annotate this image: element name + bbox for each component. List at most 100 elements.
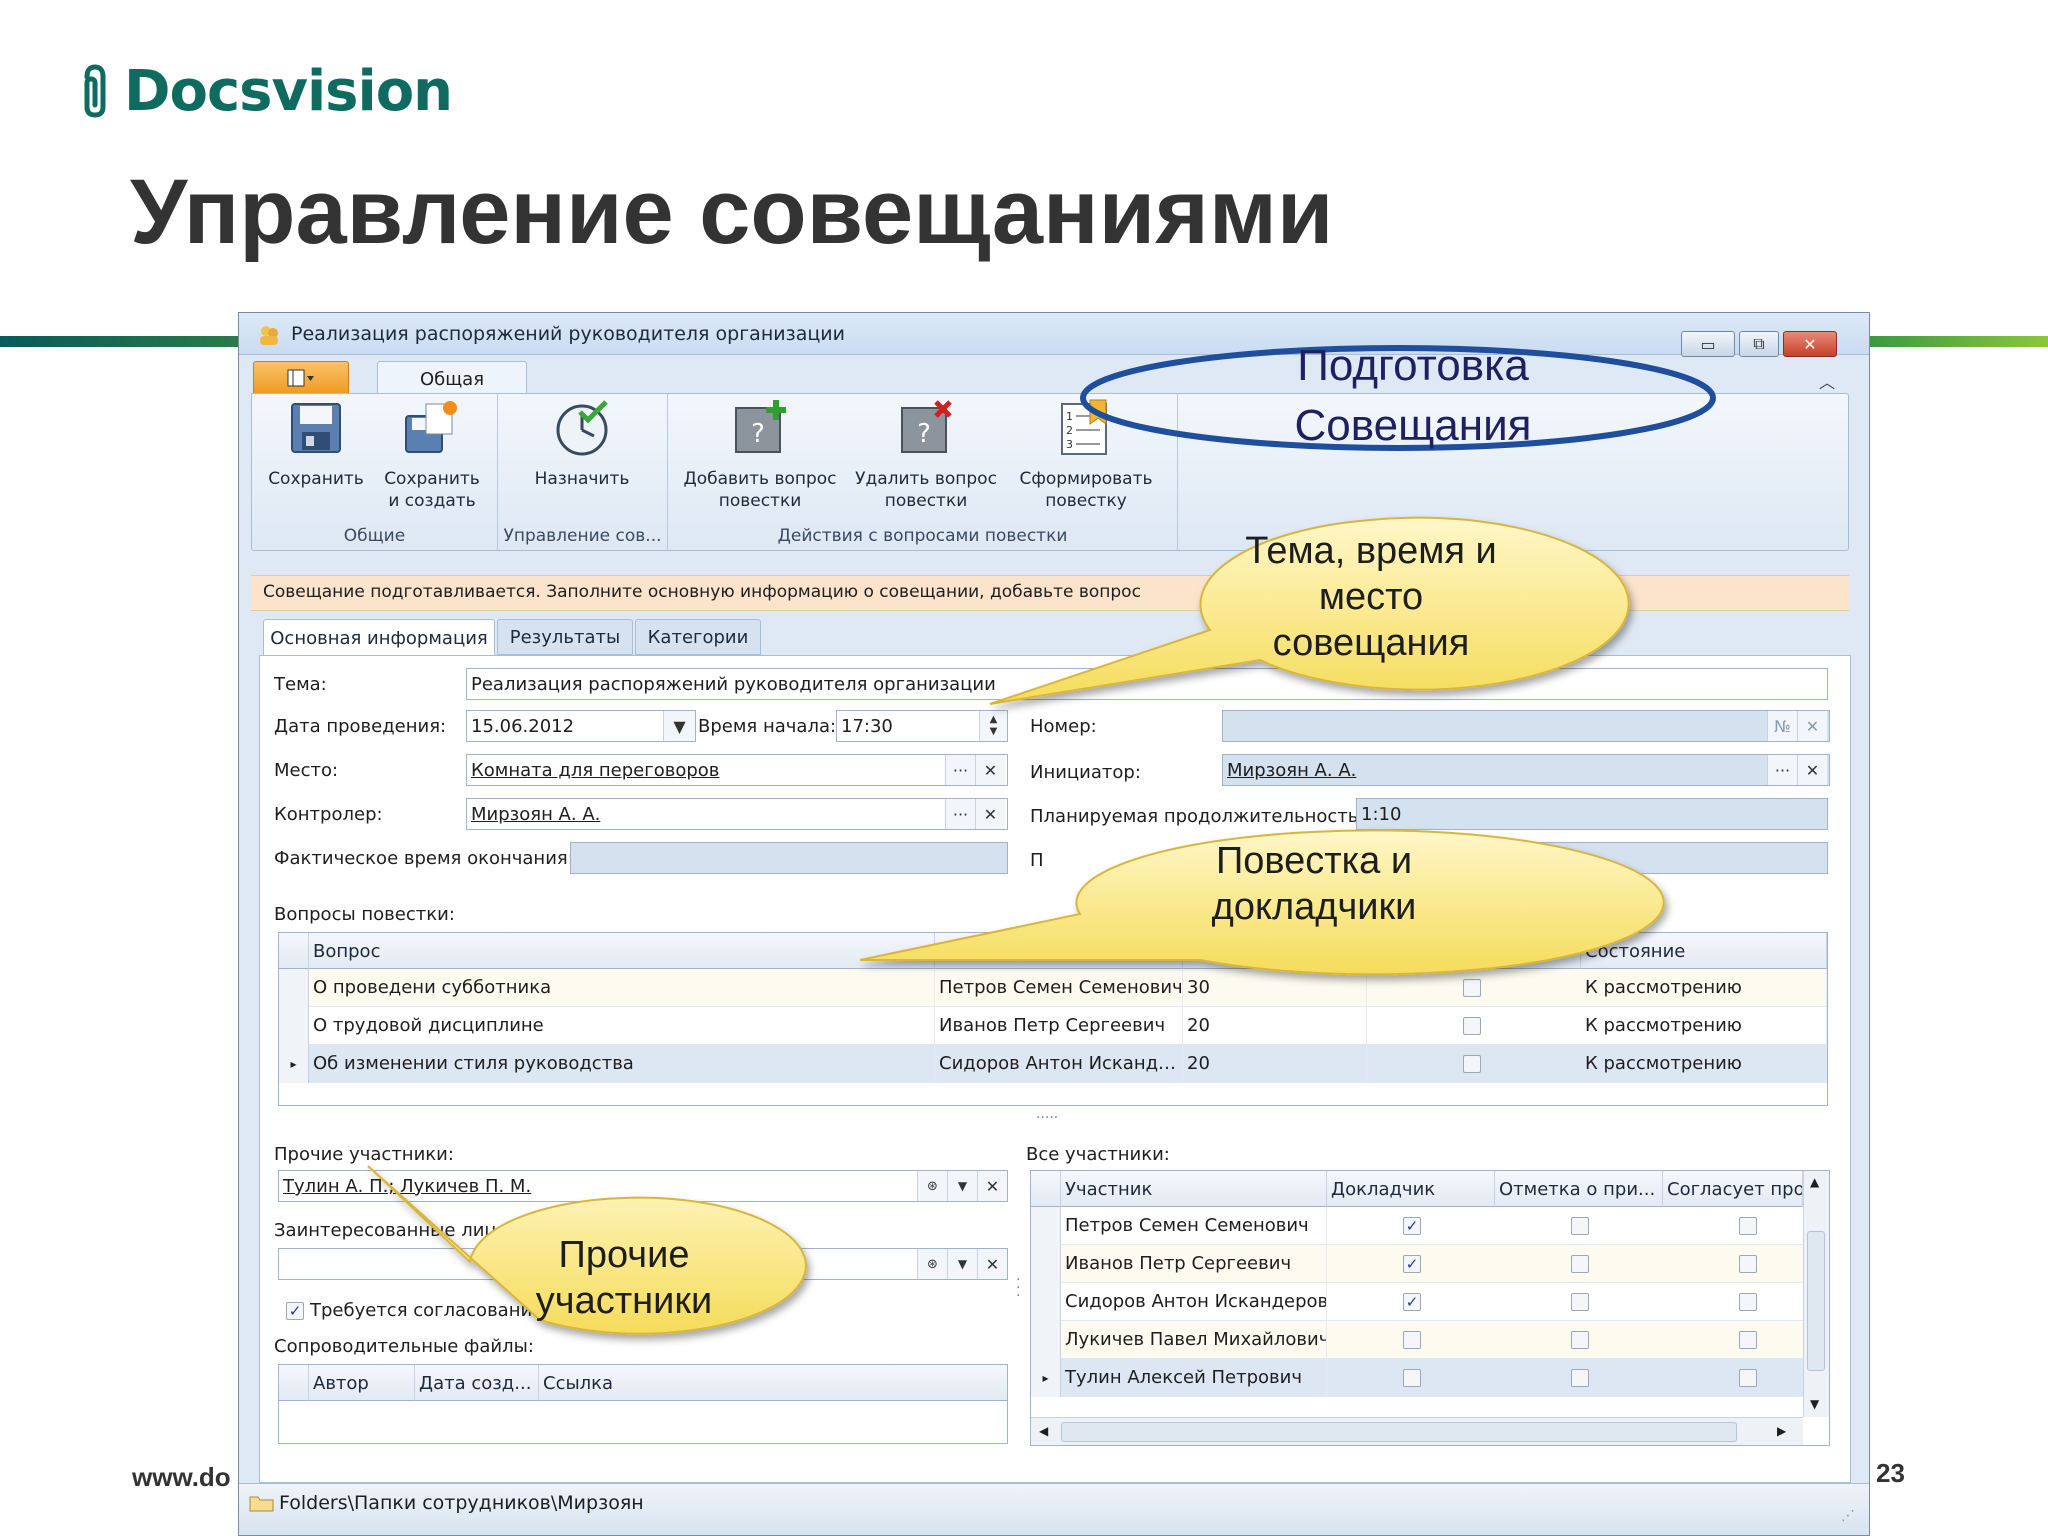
tab-main-info[interactable]: Основная информация — [263, 619, 495, 657]
participant-name-cell[interactable]: Сидоров Антон Искандерович — [1061, 1283, 1327, 1321]
agenda-question-cell[interactable]: Об изменении стиля руководства — [309, 1045, 935, 1083]
place-browse-icon[interactable]: ··· — [945, 755, 975, 785]
initiator-browse-icon[interactable]: ··· — [1767, 755, 1797, 785]
row-selector[interactable] — [279, 969, 309, 1007]
participant-name-cell[interactable]: Лукичев Павел Михайлович — [1061, 1321, 1327, 1359]
speaker-checkbox[interactable] — [1403, 1331, 1421, 1349]
topic-input[interactable]: Реализация распоряжений руководителя орг… — [466, 668, 1828, 700]
row-selector[interactable] — [1031, 1321, 1061, 1359]
build-agenda-button[interactable]: 123 Сформировать повестку — [1014, 398, 1158, 512]
scroll-left-icon[interactable]: ◀ — [1039, 1424, 1048, 1438]
date-input[interactable]: 15.06.2012 ▼ — [466, 710, 696, 742]
other-participants-input[interactable]: Тулин А. П.; Лукичев П. М. ⊛ ▼ ✕ — [278, 1170, 1008, 1202]
speaker-checkbox[interactable]: ✓ — [1403, 1255, 1421, 1273]
row-selector[interactable] — [1031, 1245, 1061, 1283]
initiator-clear-icon[interactable]: ✕ — [1797, 755, 1827, 785]
table-row-selected[interactable]: ▸ Об изменении стиля руководства Сидоров… — [279, 1045, 1827, 1083]
participant-name-cell[interactable]: Тулин Алексей Петрович — [1061, 1359, 1327, 1397]
controller-input[interactable]: Мирзоян А. А. ··· ✕ — [466, 798, 1008, 830]
maximize-button[interactable]: ⧉ — [1739, 331, 1779, 357]
attendance-checkbox[interactable] — [1571, 1293, 1589, 1311]
place-input[interactable]: Комната для переговоров ··· ✕ — [466, 754, 1008, 786]
tab-general[interactable]: Общая — [377, 361, 527, 397]
agenda-duration-cell[interactable]: 20 — [1183, 1045, 1367, 1083]
participants-dropdown-icon[interactable]: ▼ — [947, 1171, 977, 1201]
participants-col-speaker[interactable]: Докладчик — [1327, 1171, 1495, 1207]
agenda-duration-cell[interactable]: 20 — [1183, 1007, 1367, 1045]
vertical-splitter-icon[interactable]: · · · — [1016, 1273, 1020, 1303]
agenda-col-state[interactable]: Состояние — [1581, 933, 1827, 969]
agenda-col-duration[interactable]: Длительность — [1183, 933, 1367, 969]
planned-duration-input[interactable]: 1:10 — [1356, 798, 1828, 830]
agenda-state-cell[interactable]: К рассмотрению — [1581, 969, 1827, 1007]
agenda-speaker-cell[interactable]: Иванов Петр Сергеевич — [935, 1007, 1183, 1045]
attendance-checkbox[interactable] — [1571, 1369, 1589, 1387]
participants-col-attendance[interactable]: Отметка о при... — [1495, 1171, 1663, 1207]
agenda-speaker-cell[interactable]: Сидоров Антон Искандерович — [935, 1045, 1183, 1083]
ribbon-collapse-icon[interactable]: ︿ — [1819, 369, 1835, 393]
agenda-col-speaker[interactable]: Докладчик — [935, 933, 1183, 969]
agenda-state-cell[interactable]: К рассмотрению — [1581, 1007, 1827, 1045]
row-selector[interactable] — [279, 1007, 309, 1045]
speaker-checkbox[interactable]: ✓ — [1403, 1293, 1421, 1311]
scroll-right-icon[interactable]: ▶ — [1777, 1424, 1786, 1438]
participants-lookup-icon[interactable]: ⊛ — [917, 1171, 947, 1201]
table-row[interactable]: Лукичев Павел Михайлович — [1031, 1321, 1803, 1359]
scroll-down-icon[interactable]: ▼ — [1810, 1397, 1819, 1411]
files-col-created[interactable]: Дата созд... — [415, 1365, 539, 1401]
approves-checkbox[interactable] — [1739, 1369, 1757, 1387]
agenda-col-decision[interactable]: Записано решение — [1367, 933, 1581, 969]
place-clear-icon[interactable]: ✕ — [975, 755, 1005, 785]
table-row[interactable]: О проведени субботника Петров Семен Семе… — [279, 969, 1827, 1007]
agenda-duration-cell[interactable]: 30 — [1183, 969, 1367, 1007]
decision-checkbox[interactable] — [1463, 1017, 1481, 1035]
attendance-checkbox[interactable] — [1571, 1255, 1589, 1273]
delete-question-button[interactable]: ? Удалить вопрос повестки — [848, 398, 1004, 512]
approval-checkbox[interactable]: ✓ — [286, 1302, 304, 1320]
minimize-button[interactable]: ▭ — [1681, 331, 1735, 357]
number-generate-button[interactable]: № — [1767, 711, 1797, 741]
initiator-input[interactable]: Мирзоян А. А. ··· ✕ — [1222, 754, 1830, 786]
agenda-state-cell[interactable]: К рассмотрению — [1581, 1045, 1827, 1083]
interested-dropdown-icon[interactable]: ▼ — [947, 1249, 977, 1279]
approves-checkbox[interactable] — [1739, 1293, 1757, 1311]
interested-clear-icon[interactable]: ✕ — [977, 1249, 1007, 1279]
attendance-checkbox[interactable] — [1571, 1217, 1589, 1235]
agenda-col-question[interactable]: Вопрос — [309, 933, 935, 969]
approves-checkbox[interactable] — [1739, 1217, 1757, 1235]
tab-results[interactable]: Результаты — [497, 619, 633, 655]
save-button[interactable]: Сохранить — [266, 398, 366, 490]
participants-col-name[interactable]: Участник — [1061, 1171, 1327, 1207]
files-col-author[interactable]: Автор — [309, 1365, 415, 1401]
decision-checkbox[interactable] — [1463, 979, 1481, 997]
hscrollbar-thumb[interactable] — [1061, 1422, 1737, 1442]
start-time-input[interactable]: 17:30 ▲ ▼ — [836, 710, 1008, 742]
splitter-handle-icon[interactable]: ····· — [1036, 1110, 1058, 1126]
table-row[interactable]: О трудовой дисциплине Иванов Петр Сергее… — [279, 1007, 1827, 1045]
controller-clear-icon[interactable]: ✕ — [975, 799, 1005, 829]
approves-checkbox[interactable] — [1739, 1331, 1757, 1349]
scroll-up-icon[interactable]: ▲ — [1810, 1175, 1819, 1189]
files-col-link[interactable]: Ссылка — [539, 1365, 1007, 1401]
close-button[interactable]: ✕ — [1783, 331, 1837, 357]
date-dropdown-icon[interactable]: ▼ — [663, 711, 695, 741]
participants-clear-icon[interactable]: ✕ — [977, 1171, 1007, 1201]
resize-grip-icon[interactable]: ⋰ — [1841, 1508, 1855, 1524]
approves-checkbox[interactable] — [1739, 1255, 1757, 1273]
interested-lookup-icon[interactable]: ⊛ — [917, 1249, 947, 1279]
speaker-checkbox[interactable] — [1403, 1369, 1421, 1387]
scrollbar-thumb[interactable] — [1807, 1231, 1825, 1371]
row-selector[interactable] — [1031, 1283, 1061, 1321]
horizontal-scrollbar[interactable]: ◀ ▶ — [1031, 1417, 1803, 1445]
controller-browse-icon[interactable]: ··· — [945, 799, 975, 829]
add-question-button[interactable]: ? Добавить вопрос повестки — [680, 398, 840, 512]
participant-name-cell[interactable]: Иванов Петр Сергеевич — [1061, 1245, 1327, 1283]
actual-end-input[interactable] — [570, 842, 1008, 874]
row-selector[interactable]: ▸ — [1031, 1359, 1061, 1397]
time-spinner-icon[interactable]: ▲ ▼ — [979, 711, 1007, 741]
title-bar[interactable]: Реализация распоряжений руководителя орг… — [239, 313, 1869, 357]
hidden-field-input[interactable] — [1490, 842, 1828, 874]
vertical-scrollbar[interactable]: ▲ ▼ — [1803, 1171, 1829, 1417]
participants-col-approves[interactable]: Согласует про — [1663, 1171, 1803, 1207]
participant-name-cell[interactable]: Петров Семен Семенович — [1061, 1207, 1327, 1245]
